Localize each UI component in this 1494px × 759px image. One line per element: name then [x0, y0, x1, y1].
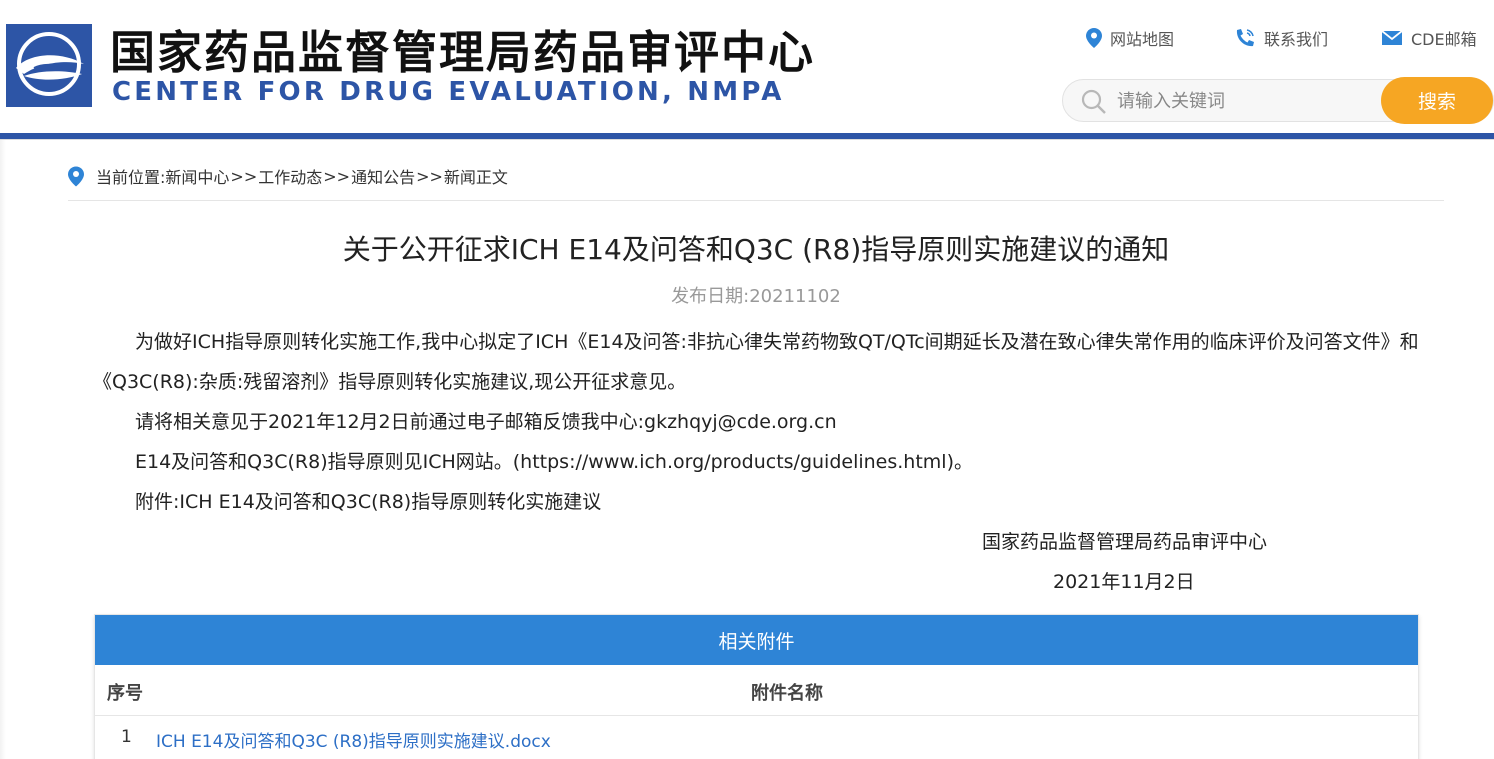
attachments-columns: 序号 附件名称 — [95, 665, 1418, 716]
signature-date: 2021年11月2日 — [1053, 571, 1195, 593]
attachments-table: 相关附件 序号 附件名称 1 ICH E14及问答和Q3C (R8)指导原则实施… — [94, 614, 1419, 759]
breadcrumb-separator: >> — [230, 166, 258, 186]
column-header-name: 附件名称 — [751, 683, 823, 704]
breadcrumb-separator: >> — [416, 166, 443, 186]
phone-icon — [1236, 29, 1254, 47]
breadcrumb-current: 新闻正文 — [443, 168, 508, 187]
table-row: 1 ICH E14及问答和Q3C (R8)指导原则实施建议.docx — [95, 716, 1418, 759]
header-underline — [0, 139, 1494, 140]
breadcrumb-separator: >> — [323, 166, 351, 186]
breadcrumb: 当前位置: 新闻中心 >> 工作动态 >> 通知公告 >> 新闻正文 — [68, 164, 508, 188]
article-date: 发布日期:20211102 — [671, 286, 841, 307]
attachments-heading: 相关附件 — [95, 615, 1418, 665]
site-title-en: CENTER FOR DRUG EVALUATION, NMPA — [112, 77, 785, 107]
search-icon — [1081, 89, 1106, 114]
article-paragraph: 请将相关意见于2021年12月2日前通过电子邮箱反馈我中心:gkzhqyj@cd… — [135, 411, 837, 433]
breadcrumb-label: 当前位置: — [96, 168, 166, 187]
article-paragraph: E14及问答和Q3C(R8)指导原则见ICH网站。(https://www.ic… — [135, 451, 973, 473]
breadcrumb-work-updates[interactable]: 工作动态 — [258, 164, 322, 188]
breadcrumb-notices[interactable]: 通知公告 — [351, 164, 415, 188]
sitemap-link[interactable]: 网站地图 — [1086, 24, 1174, 52]
attachment-number: 1 — [121, 727, 132, 747]
article-title: 关于公开征求ICH E14及问答和Q3C (R8)指导原则实施建议的通知 — [342, 233, 1170, 266]
search-input[interactable] — [1117, 88, 1377, 114]
mail-icon — [1381, 30, 1403, 45]
column-header-number: 序号 — [107, 683, 143, 704]
article-paragraph: 附件:ICH E14及问答和Q3C(R8)指导原则转化实施建议 — [135, 491, 602, 513]
logo-icon[interactable] — [6, 24, 92, 107]
contact-label: 联系我们 — [1264, 30, 1329, 49]
sitemap-label: 网站地图 — [1110, 30, 1175, 49]
breadcrumb-news-center[interactable]: 新闻中心 — [165, 164, 229, 188]
breadcrumb-divider — [68, 200, 1444, 201]
location-pin-icon — [68, 166, 84, 186]
search-button[interactable]: 搜索 — [1381, 77, 1493, 124]
site-title-cn: 国家药品监督管理局药品审评中心 — [110, 26, 816, 79]
article-paragraph: 为做好ICH指导原则转化实施工作,我中心拟定了ICH《E14及问答:非抗心律失常… — [93, 331, 1419, 393]
cde-mail-link[interactable]: CDE邮箱 — [1381, 24, 1477, 52]
location-pin-icon — [1086, 28, 1102, 48]
attachment-download-link[interactable]: ICH E14及问答和Q3C (R8)指导原则实施建议.docx — [156, 727, 551, 752]
contact-link[interactable]: 联系我们 — [1234, 24, 1328, 52]
cde-mail-label: CDE邮箱 — [1411, 30, 1477, 49]
signature-org: 国家药品监督管理局药品审评中心 — [982, 531, 1268, 553]
site-header: 国家药品监督管理局药品审评中心 CENTER FOR DRUG EVALUATI… — [0, 0, 1494, 133]
